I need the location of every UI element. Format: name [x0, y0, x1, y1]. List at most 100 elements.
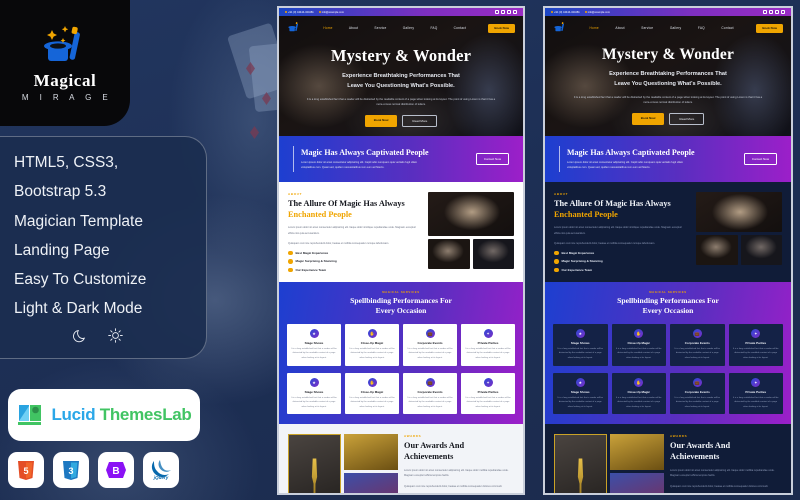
service-card[interactable]: 💼 Corporate Events It is a long establishe… — [403, 372, 457, 415]
nav-link-service[interactable]: Service — [641, 26, 653, 30]
main-nav-dark[interactable]: Home About Service Gallery FAQ Contact B… — [545, 16, 791, 40]
nav-link-about[interactable]: About — [349, 26, 358, 30]
vendor-logo-card: Lucid ThemesLab — [8, 389, 200, 441]
hero-primary-button[interactable]: Book Now — [364, 115, 398, 128]
nav-link-service[interactable]: Service — [374, 26, 386, 30]
topbar-email[interactable]: info@example.com — [584, 11, 610, 14]
facebook-icon[interactable] — [495, 10, 499, 14]
about-images — [696, 192, 782, 272]
service-card[interactable]: ✋ Close-Up Magic It is a long established … — [611, 323, 666, 366]
topbar-phone[interactable]: +91 (0) 44444-344481 — [285, 11, 314, 14]
award-image-crowd — [344, 473, 398, 493]
nav-link-gallery[interactable]: Gallery — [403, 26, 415, 30]
about-heading: The Allure Of Magic Has Always Enchanted… — [288, 199, 405, 219]
service-card[interactable]: ✋ Close-Up Magic It is a long established … — [345, 372, 399, 415]
feature-item: HTML5, CSS3, — [14, 154, 119, 171]
trophy-icon — [577, 458, 584, 493]
service-card[interactable]: 💼 Corporate Events It is a long establishe… — [670, 372, 725, 415]
nav-link-home[interactable]: Home — [323, 26, 332, 30]
nav-link-contact[interactable]: Contact — [721, 26, 733, 30]
service-card[interactable]: ✦ Private Parties It is a long established… — [728, 323, 783, 366]
brand-logo-card: Magical M I R A G E — [0, 0, 130, 126]
service-card[interactable]: ★ Stage Shows It is a long established fac… — [287, 323, 341, 366]
service-card[interactable]: ✦ Private Parties It is a long established… — [461, 372, 515, 415]
preview-topbar-dark: +91 (0) 44444-344481 info@example.com — [545, 8, 791, 16]
svg-text:3: 3 — [68, 466, 73, 476]
trophy-icon — [311, 458, 318, 493]
hero-secondary-button[interactable]: Read More — [402, 115, 438, 128]
cta-contact-button[interactable]: Contact Now — [475, 153, 509, 165]
twitter-icon[interactable] — [501, 10, 505, 14]
awards-images — [288, 434, 398, 493]
nav-logo-icon[interactable] — [287, 20, 301, 36]
awards-paragraph-1: Lorem ipsum dolor sit amet consectetur a… — [404, 468, 509, 478]
briefcase-icon: 💼 — [425, 328, 435, 338]
service-card[interactable]: ★ Stage Shows It is a long established fac… — [553, 372, 608, 415]
service-card[interactable]: 💼 Corporate Events It is a long establishe… — [403, 323, 457, 366]
html5-badge-icon: 5 — [8, 452, 44, 488]
css3-badge-icon: 3 — [53, 452, 89, 488]
about-images — [428, 192, 514, 272]
nav-link-contact[interactable]: Contact — [454, 26, 466, 30]
youtube-icon[interactable] — [513, 10, 517, 14]
topbar-email[interactable]: info@example.com — [318, 11, 344, 14]
service-card[interactable]: ✦ Private Parties It is a long established… — [461, 323, 515, 366]
cta-heading: Magic Has Always Captivated People — [301, 147, 429, 157]
brand-name: Magical — [33, 71, 97, 90]
nav-link-gallery[interactable]: Gallery — [670, 26, 682, 30]
cta-contact-button[interactable]: Contact Now — [743, 153, 777, 165]
services-heading: Spellbinding Performances For Every Occa… — [350, 296, 452, 316]
topbar-socials[interactable] — [763, 10, 785, 14]
nav-cta-button[interactable]: Book Now — [756, 23, 783, 33]
about-image-secondary — [696, 235, 738, 265]
youtube-icon[interactable] — [781, 10, 785, 14]
hero-subtitle: Experience Breathtaking Performances Tha… — [342, 73, 460, 90]
nav-links[interactable]: Home About Service Gallery FAQ Contact — [301, 26, 488, 30]
twitter-icon[interactable] — [769, 10, 773, 14]
feature-item: Bootstrap 5.3 — [14, 183, 107, 201]
nav-links[interactable]: Home About Service Gallery FAQ Contact — [567, 26, 756, 30]
hero-primary-button[interactable]: Book Now — [631, 113, 665, 126]
nav-link-about[interactable]: About — [615, 26, 624, 30]
about-image-tertiary — [472, 239, 514, 269]
service-card[interactable]: ✦ Private Parties It is a long established… — [728, 372, 783, 415]
nav-logo-icon[interactable] — [553, 20, 567, 36]
feature-item: Easy To Customize — [14, 271, 147, 288]
service-card[interactable]: 💼 Corporate Events It is a long establishe… — [670, 323, 725, 366]
stage-icon: ★ — [575, 328, 585, 338]
about-check-item: Magic Surprising & Stunning — [288, 259, 421, 264]
decor-diamond — [250, 126, 259, 139]
services-grid-row1: ★ Stage Shows It is a long established fac… — [287, 323, 515, 366]
svg-text:B: B — [112, 466, 119, 477]
awards-kicker: AWARDS — [404, 434, 422, 439]
service-card[interactable]: ✋ Close-Up Magic It is a long established … — [611, 372, 666, 415]
cta-band: Magic Has Always Captivated People Lorem… — [279, 136, 523, 182]
hand-icon: ✋ — [634, 328, 644, 338]
nav-cta-button[interactable]: Book Now — [488, 23, 515, 33]
service-card[interactable]: ✋ Close-Up Magic It is a long established … — [345, 323, 399, 366]
about-section-dark: ABOUT The Allure Of Magic Has Always Enc… — [545, 182, 791, 283]
services-section-dark: MAGICAL SERVICES Spellbinding Performanc… — [545, 282, 791, 425]
instagram-icon[interactable] — [507, 10, 511, 14]
light-mode-preview[interactable]: +91 (0) 44444-344481 info@example.com Ho… — [277, 6, 525, 495]
check-icon — [554, 259, 559, 264]
awards-paragraph-2: Quisquam cum iste reprehenderit dolor, b… — [404, 484, 503, 488]
check-icon — [554, 267, 559, 273]
services-kicker: MAGICAL SERVICES — [649, 290, 687, 295]
nav-link-faq[interactable]: FAQ — [698, 26, 705, 30]
service-card[interactable]: ★ Stage Shows It is a long established fac… — [287, 372, 341, 415]
about-image-tertiary — [740, 235, 782, 265]
hero-title: Mystery & Wonder — [330, 46, 472, 65]
service-card[interactable]: ★ Stage Shows It is a long established fac… — [553, 323, 608, 366]
main-nav[interactable]: Home About Service Gallery FAQ Contact B… — [279, 16, 523, 40]
nav-link-faq[interactable]: FAQ — [430, 26, 437, 30]
facebook-icon[interactable] — [763, 10, 767, 14]
topbar-socials[interactable] — [495, 10, 517, 14]
hero-secondary-button[interactable]: Read More — [669, 113, 705, 126]
dark-mode-preview[interactable]: +91 (0) 44444-344481 info@example.com Ho… — [543, 6, 793, 495]
awards-section-dark: AWARDS Our Awards And Achievements Lorem… — [545, 424, 791, 493]
topbar-phone[interactable]: +91 (0) 44444-344481 — [551, 11, 580, 14]
instagram-icon[interactable] — [775, 10, 779, 14]
nav-link-home[interactable]: Home — [590, 26, 599, 30]
check-icon — [288, 250, 293, 256]
